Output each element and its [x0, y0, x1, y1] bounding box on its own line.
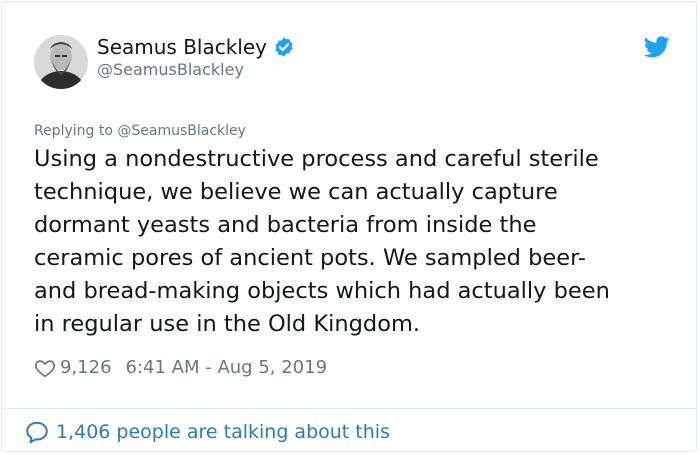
like-count[interactable]: 9,126 [60, 356, 112, 380]
avatar[interactable] [34, 35, 88, 89]
author-name[interactable]: Seamus Blackley [97, 35, 267, 59]
tweet-line: Using a nondestructive process and caref… [34, 146, 599, 172]
tweet-body: Using a nondestructive process and caref… [34, 143, 674, 341]
tweet-line: in regular use in the Old Kingdom. [34, 311, 421, 337]
replying-to[interactable]: Replying to @SeamusBlackley [34, 122, 246, 140]
tweet-line: dormant yeasts and bacteria from inside … [34, 212, 537, 238]
twitter-bird-icon[interactable] [644, 36, 670, 58]
speech-bubble-icon [26, 421, 48, 444]
verified-badge-icon [275, 37, 293, 57]
tweet-meta: 9,126 6:41 AM - Aug 5, 2019 [34, 356, 327, 380]
timestamp[interactable]: 6:41 AM - Aug 5, 2019 [126, 356, 328, 380]
author-handle[interactable]: @SeamusBlackley [97, 60, 244, 80]
talking-link[interactable]: 1,406 people are talking about this [24, 419, 390, 445]
tweet-card: Seamus Blackley @SeamusBlackley Replying… [1, 1, 697, 452]
heart-icon[interactable] [34, 357, 56, 379]
talking-text: 1,406 people are talking about this [56, 421, 390, 443]
tweet-line: technique, we believe we can actually ca… [34, 179, 558, 205]
author-row: Seamus Blackley [97, 35, 295, 59]
tweet-line: and bread-making objects which had actua… [34, 278, 610, 304]
divider [2, 408, 696, 409]
avatar-portrait [34, 35, 88, 89]
tweet-line: ceramic pores of ancient pots. We sample… [34, 245, 587, 271]
